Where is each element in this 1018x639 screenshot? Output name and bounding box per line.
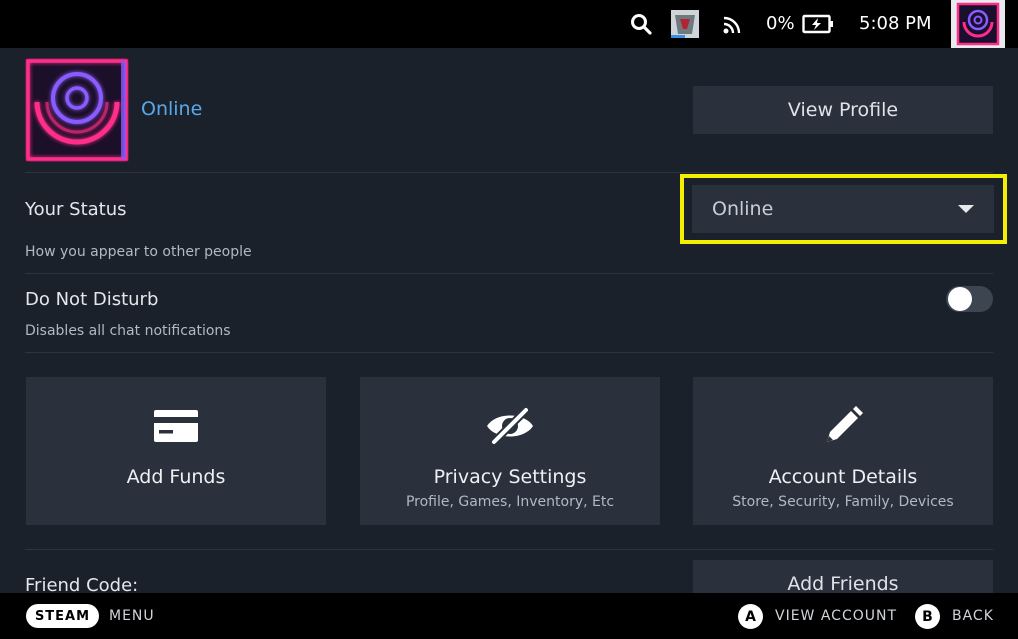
status-dropdown-value: Online: [712, 198, 774, 220]
search-icon[interactable]: [629, 0, 653, 48]
credit-card-icon: [26, 403, 326, 449]
add-funds-title: Add Funds: [126, 466, 226, 488]
battery-percent: 0%: [766, 13, 795, 34]
add-funds-tile[interactable]: Add Funds: [26, 377, 326, 525]
your-status-subtitle: How you appear to other people: [25, 244, 252, 260]
do-not-disturb-toggle[interactable]: [946, 286, 993, 312]
b-button-icon[interactable]: B: [915, 604, 940, 629]
divider: [25, 549, 993, 550]
top-status-bar: 0% 5:08 PM: [0, 0, 1018, 48]
online-status-label: Online: [141, 98, 203, 120]
bottom-controls-bar: STEAM MENU A VIEW ACCOUNT B BACK: [0, 593, 1018, 639]
divider: [25, 273, 993, 274]
chevron-down-icon: [958, 205, 974, 213]
clock-time: 5:08 PM: [859, 13, 932, 34]
a-button-icon[interactable]: A: [738, 604, 763, 629]
battery-charging-icon: [802, 0, 834, 48]
profile-avatar[interactable]: [25, 58, 129, 162]
view-profile-button[interactable]: View Profile: [693, 86, 993, 134]
view-account-label: VIEW ACCOUNT: [775, 608, 898, 624]
your-status-title: Your Status: [25, 199, 127, 220]
divider: [25, 352, 993, 353]
account-details-tile[interactable]: Account Details Store, Security, Family,…: [693, 377, 993, 525]
back-label: BACK: [952, 608, 994, 624]
wifi-icon: [722, 0, 744, 48]
game-thumbnail-icon[interactable]: [670, 8, 700, 40]
toggle-knob: [948, 287, 972, 311]
menu-label: MENU: [109, 608, 155, 624]
privacy-settings-tile[interactable]: Privacy Settings Profile, Games, Invento…: [360, 377, 660, 525]
account-details-subtitle: Store, Security, Family, Devices: [732, 494, 954, 510]
profile-panel: Online View Profile Your Status How you …: [0, 48, 1018, 593]
do-not-disturb-subtitle: Disables all chat notifications: [25, 323, 231, 339]
privacy-settings-title: Privacy Settings: [433, 466, 587, 488]
divider: [25, 172, 993, 173]
account-details-title: Account Details: [768, 466, 918, 488]
steam-deck-screen: 0% 5:08 PM Online View Profile Your Stat…: [0, 0, 1018, 639]
eye-slash-icon: [360, 403, 660, 449]
steam-button[interactable]: STEAM: [26, 604, 99, 628]
add-friends-button[interactable]: Add Friends: [693, 560, 993, 593]
pencil-icon: [693, 403, 993, 449]
status-dropdown[interactable]: Online: [692, 185, 994, 233]
user-avatar-icon[interactable]: [951, 0, 1005, 48]
privacy-settings-subtitle: Profile, Games, Inventory, Etc: [405, 494, 615, 510]
do-not-disturb-title: Do Not Disturb: [25, 289, 159, 310]
friend-code-label: Friend Code:: [25, 575, 139, 593]
